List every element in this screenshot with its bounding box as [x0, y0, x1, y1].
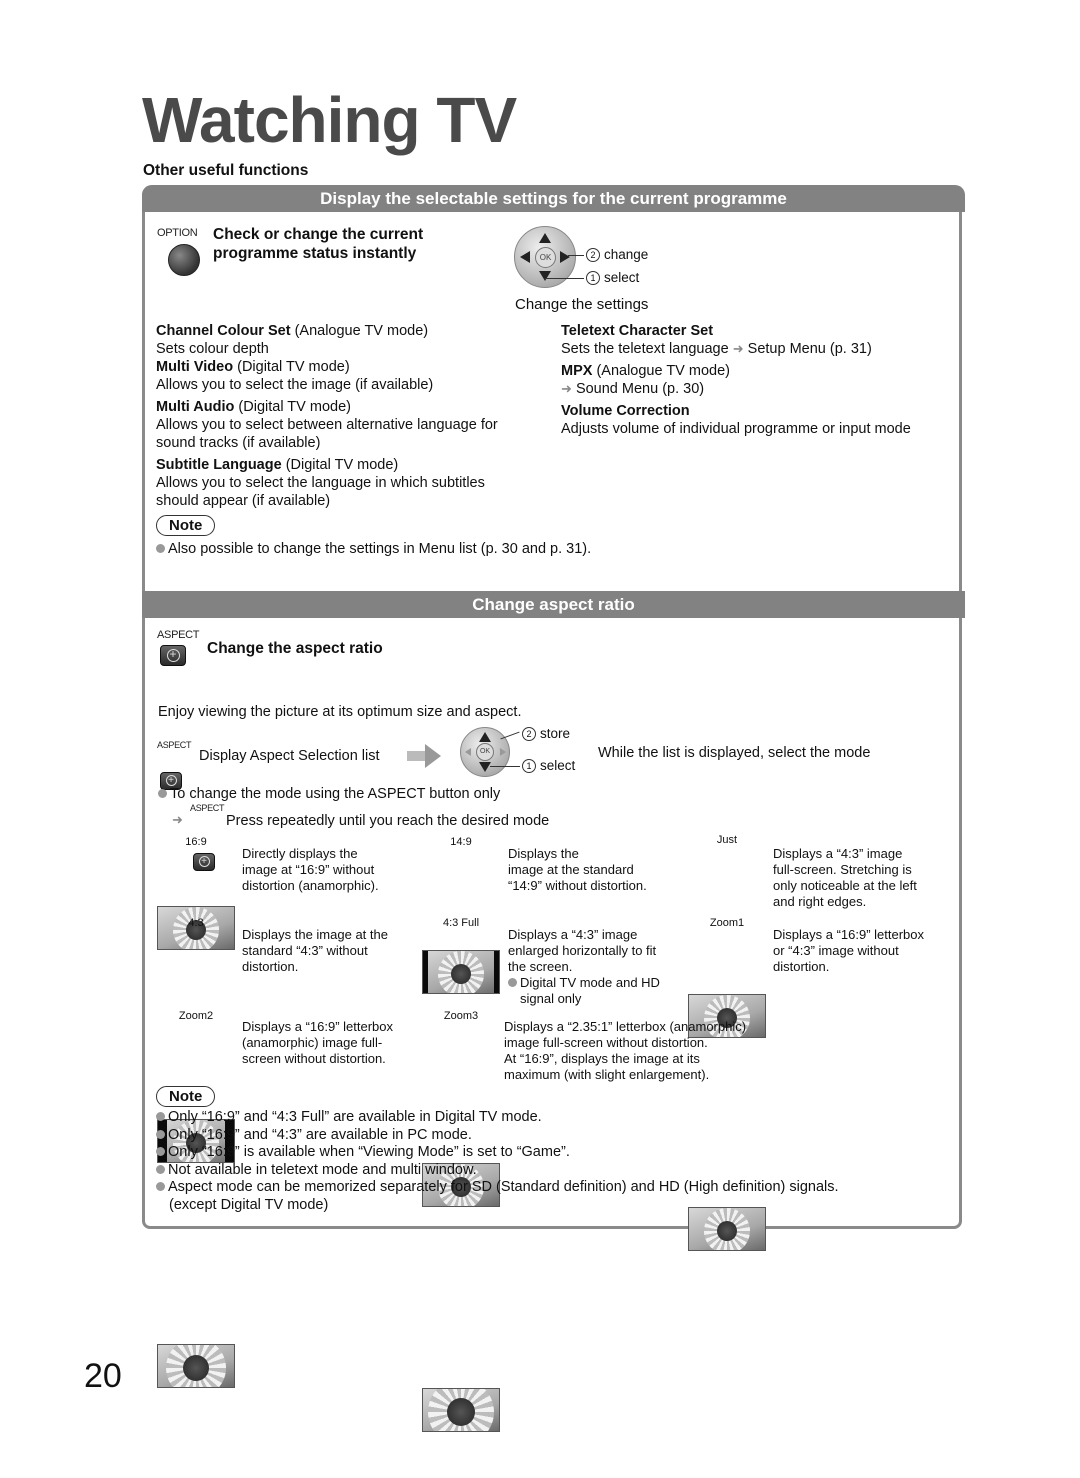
ok-button-icon: OK: [535, 247, 556, 268]
aspect-step-caption: ASPECT: [157, 740, 192, 750]
note-item: Not available in teletext mode and multi…: [156, 1162, 839, 1180]
section-label: Other useful functions: [143, 162, 309, 179]
settings-list-left: Channel Colour Set (Analogue TV mode) Se…: [156, 322, 551, 510]
mode-label: Zoom3: [443, 1010, 479, 1022]
mode-desc: Displays a “16:9” letterbox or “4:3” imag…: [773, 927, 925, 974]
dpad-step-select: 1 select: [586, 269, 639, 287]
mode-zoom2-image: [157, 1344, 235, 1388]
right-arrow-icon: [500, 748, 506, 756]
setting-item: Subtitle Language (Digital TV mode): [156, 457, 399, 473]
up-arrow-icon: [479, 732, 491, 742]
mode-label: 4:3: [188, 917, 204, 929]
section-header-display-settings: Display the selectable settings for the …: [142, 185, 965, 212]
left-arrow-icon: [520, 251, 530, 263]
setting-item: MPX (Analogue TV mode): [561, 363, 730, 379]
option-caption: OPTION: [157, 227, 198, 239]
arrow-right-icon: ➜: [172, 812, 183, 827]
aspect-intro: Enjoy viewing the picture at its optimum…: [158, 704, 522, 720]
note-item: Only “16:9” is available when “Viewing M…: [156, 1144, 839, 1162]
aspect-while-text: While the list is displayed, select the …: [598, 745, 871, 761]
mode-desc: Displays a “4:3” image full-screen. Stret…: [773, 846, 917, 909]
dpad-step-store: 2 store: [522, 725, 570, 743]
aspect-title: Change the aspect ratio: [207, 640, 383, 657]
aspect-press-caption: ASPECT: [190, 803, 225, 813]
setting-item: Multi Audio (Digital TV mode): [156, 399, 351, 415]
note-badge: Note: [156, 1086, 216, 1107]
arrow-right-icon: ➜: [561, 381, 572, 396]
aspect-caption: ASPECT: [157, 629, 200, 641]
down-arrow-icon: [539, 271, 551, 281]
mode-label: 14:9: [450, 836, 472, 848]
page-title: Watching TV: [142, 84, 517, 156]
note-item: Only “16:9” and “4:3” are available in P…: [156, 1127, 839, 1145]
settings-list-right: Teletext Character Set Sets the teletext…: [561, 322, 961, 438]
note-text: Also possible to change the settings in …: [156, 540, 591, 558]
mode-14-9-image: [422, 950, 500, 994]
mode-desc: Displays the image at the standard “14:9” …: [508, 846, 647, 893]
arrow-right-icon: [425, 744, 441, 768]
note-item: (except Digital TV mode): [169, 1196, 329, 1213]
aspect-press-text: Press repeatedly until you reach the des…: [226, 813, 550, 829]
mode-zoom3-image: [422, 1388, 500, 1432]
page-number: 20: [84, 1357, 122, 1395]
mode-label: 16:9: [185, 836, 207, 848]
aspect-notes: Only “16:9” and “4:3 Full” are available…: [156, 1109, 839, 1214]
right-arrow-icon: [560, 251, 570, 263]
mode-desc: Displays a “4:3” image enlarged horizonta…: [508, 927, 660, 1006]
option-instruction: Check or change the current programme st…: [213, 225, 423, 263]
option-instruction-line1: Check or change the current: [213, 226, 424, 243]
up-arrow-icon: [539, 233, 551, 243]
setting-item: Volume Correction: [561, 403, 690, 419]
leader-line: [568, 255, 584, 256]
aspect-bullet: To change the mode using the ASPECT butt…: [158, 785, 500, 803]
note-item: Aspect mode can be memorized separately …: [156, 1179, 839, 1197]
mode-desc: Displays a “16:9” letterbox (anamorphic) …: [242, 1019, 394, 1066]
aspect-step-text: Display Aspect Selection list: [199, 748, 380, 764]
section-header-aspect: Change aspect ratio: [142, 591, 965, 618]
option-instruction-line2: programme status instantly: [213, 245, 417, 262]
mode-label: Zoom2: [178, 1010, 214, 1022]
leader-line: [490, 766, 520, 767]
ok-button-icon: OK: [476, 743, 494, 761]
mode-label: 4:3 Full: [442, 917, 480, 929]
setting-item: Multi Video (Digital TV mode): [156, 359, 350, 375]
mode-label: Zoom1: [709, 917, 745, 929]
left-arrow-icon: [465, 748, 471, 756]
option-button-icon: [168, 244, 200, 276]
note-badge: Note: [156, 515, 216, 536]
setting-item: Channel Colour Set (Analogue TV mode): [156, 323, 429, 339]
mode-desc: Displays the image at the standard “4:3” …: [242, 927, 388, 974]
mode-desc: Displays a “2.35:1” letterbox (anamorphi…: [504, 1019, 747, 1082]
dpad-caption: Change the settings: [515, 296, 649, 313]
setting-item: Teletext Character Set: [561, 323, 714, 339]
leader-line: [545, 278, 584, 279]
note-item: Only “16:9” and “4:3 Full” are available…: [156, 1109, 839, 1127]
mode-desc: Directly displays the image at “16:9” wit…: [242, 846, 379, 893]
mode-label: Just: [716, 834, 738, 846]
dpad-step-select: 1 select: [522, 757, 575, 775]
aspect-button-icon: [193, 853, 215, 871]
down-arrow-icon: [479, 762, 491, 772]
arrow-right-icon: ➜: [732, 341, 744, 356]
dpad-icon: OK: [460, 727, 510, 777]
dpad-step-change: 2 change: [586, 246, 648, 264]
aspect-button-icon: [160, 645, 186, 666]
arrow-right-icon: [407, 751, 425, 761]
